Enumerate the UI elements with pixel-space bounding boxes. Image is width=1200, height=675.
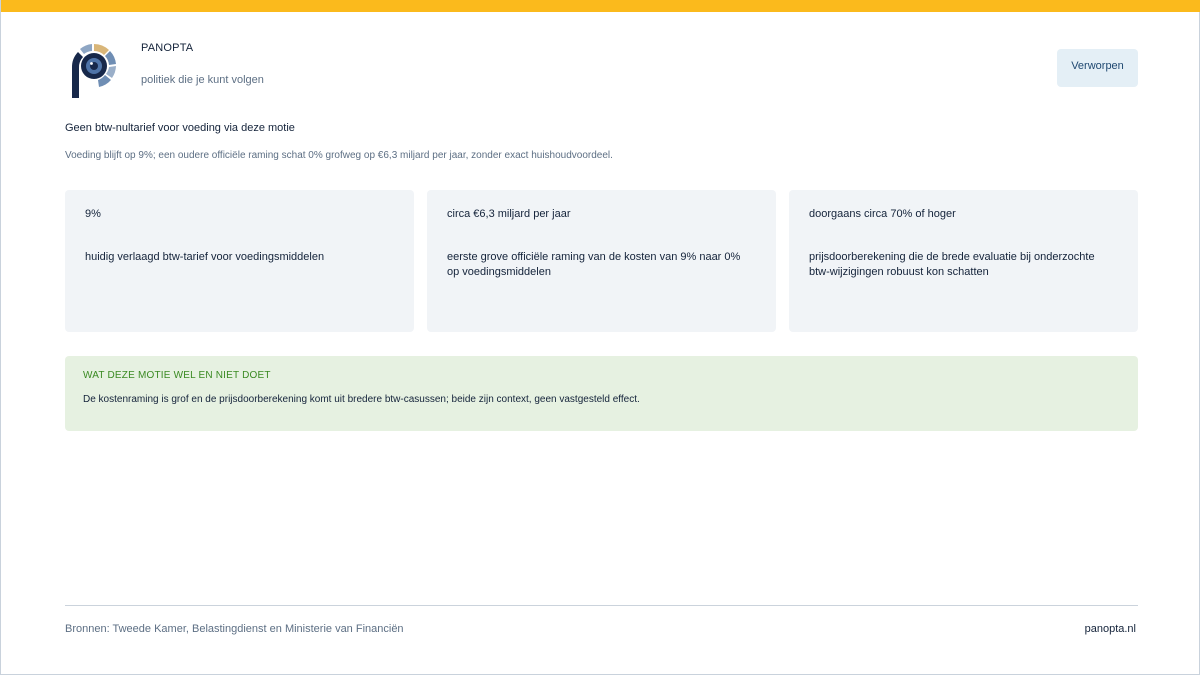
page-frame: PANOPTA politiek die je kunt volgen Verw… bbox=[0, 0, 1200, 675]
fact-card: 9% huidig verlaagd btw-tarief voor voedi… bbox=[65, 190, 414, 332]
fact-card-value: 9% bbox=[85, 208, 101, 220]
footer-sources: Bronnen: Tweede Kamer, Belastingdienst e… bbox=[65, 623, 404, 635]
fact-card-description: huidig verlaagd btw-tarief voor voedings… bbox=[85, 251, 325, 263]
brand-name: PANOPTA bbox=[141, 42, 194, 54]
fact-card-description: eerste grove officiële raming van de kos… bbox=[447, 251, 741, 278]
header: PANOPTA politiek die je kunt volgen Verw… bbox=[64, 38, 1138, 102]
context-note: WAT DEZE MOTIE WEL EN NIET DOET De koste… bbox=[65, 356, 1138, 431]
motion-subtitle: Voeding blijft op 9%; een oudere officië… bbox=[65, 150, 613, 161]
fact-card: doorgaans circa 70% of hoger prijsdoorbe… bbox=[789, 190, 1138, 332]
note-text: De kostenraming is grof en de prijsdoorb… bbox=[83, 394, 640, 405]
footer-divider bbox=[65, 605, 1138, 606]
note-heading: WAT DEZE MOTIE WEL EN NIET DOET bbox=[83, 370, 271, 381]
fact-card-description: prijsdoorberekening die de brede evaluat… bbox=[809, 251, 1095, 278]
fact-cards: 9% huidig verlaagd btw-tarief voor voedi… bbox=[65, 190, 1138, 332]
fact-card-value: doorgaans circa 70% of hoger bbox=[809, 208, 956, 220]
status-badge-button[interactable]: Verworpen bbox=[1057, 49, 1138, 87]
fact-card-value: circa €6,3 miljard per jaar bbox=[447, 208, 571, 220]
motion-title: Geen btw-nultarief voor voeding via deze… bbox=[65, 122, 295, 134]
accent-bar bbox=[1, 0, 1200, 12]
panopta-logo-icon bbox=[71, 44, 116, 98]
fact-card: circa €6,3 miljard per jaar eerste grove… bbox=[427, 190, 776, 332]
brand-tagline: politiek die je kunt volgen bbox=[141, 74, 264, 86]
footer-site-link[interactable]: panopta.nl bbox=[1085, 623, 1136, 635]
